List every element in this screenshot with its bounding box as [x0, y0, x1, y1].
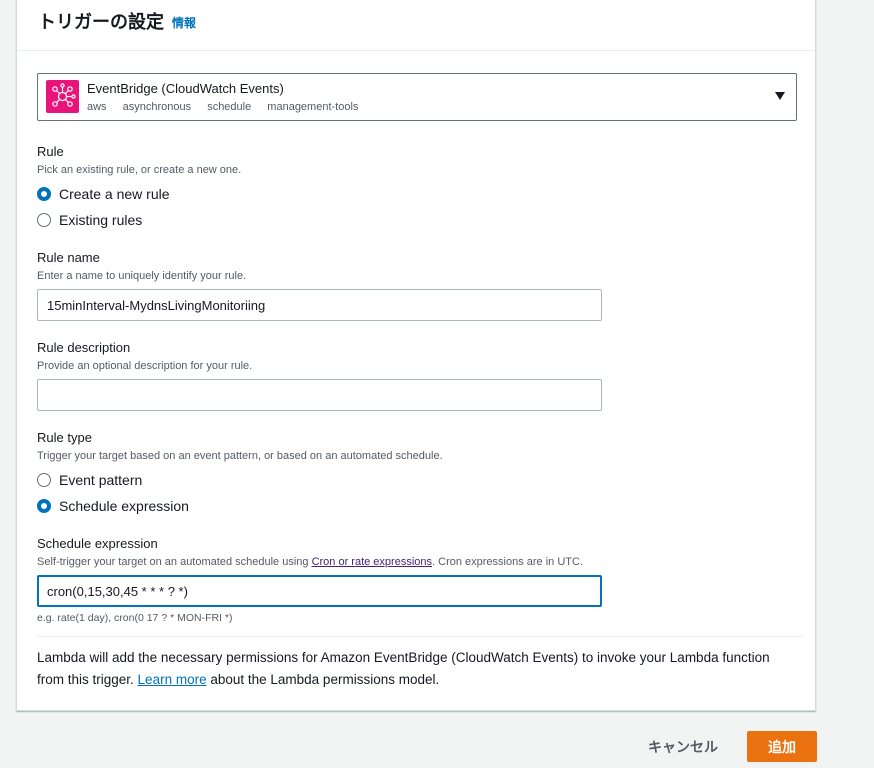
radio-button[interactable]	[37, 473, 51, 487]
rule-type-label: Rule type	[37, 430, 92, 445]
schedule-expression-input[interactable]	[37, 575, 602, 607]
trigger-config-panel: トリガーの設定 情報 EventBridge (CloudWatch Event…	[16, 0, 816, 711]
radio-create-new-rule[interactable]: Create a new rule	[37, 185, 170, 203]
radio-label: Existing rules	[59, 212, 143, 228]
learn-more-link[interactable]: Learn more	[138, 672, 207, 687]
rule-description-label: Rule description	[37, 340, 131, 355]
eventbridge-icon	[46, 80, 79, 113]
rule-description-input[interactable]	[37, 379, 602, 411]
cancel-button[interactable]: キャンセル	[635, 732, 731, 762]
radio-button-checked[interactable]	[37, 187, 51, 201]
rule-name-description: Enter a name to uniquely identify your r…	[37, 270, 247, 282]
radio-existing-rules[interactable]: Existing rules	[37, 211, 142, 229]
description-text: Self-trigger your target on an automated…	[37, 556, 312, 568]
trigger-source-tags: aws asynchronous schedule management-too…	[87, 101, 371, 113]
rule-name-label: Rule name	[37, 250, 100, 265]
schedule-expression-description: Self-trigger your target on an automated…	[37, 556, 583, 568]
note-text: about the Lambda permissions model.	[206, 672, 440, 687]
schedule-expression-constraint: e.g. rate(1 day), cron(0 17 ? * MON-FRI …	[37, 612, 233, 624]
trigger-source-select[interactable]: EventBridge (CloudWatch Events) aws asyn…	[37, 73, 797, 121]
caret-down-icon	[775, 92, 785, 100]
radio-label: Schedule expression	[59, 498, 189, 514]
radio-schedule-expression[interactable]: Schedule expression	[37, 497, 189, 515]
description-text: . Cron expressions are in UTC.	[432, 556, 584, 568]
source-tag: schedule	[207, 101, 252, 113]
source-tag: management-tools	[267, 101, 359, 113]
divider	[37, 636, 802, 637]
radio-button-checked[interactable]	[37, 499, 51, 513]
rule-type-description: Trigger your target based on an event pa…	[37, 450, 443, 462]
rule-description-text: Pick an existing rule, or create a new o…	[37, 164, 242, 176]
rule-description-help: Provide an optional description for your…	[37, 360, 253, 372]
info-link[interactable]: 情報	[172, 14, 196, 31]
rule-label: Rule	[37, 144, 64, 159]
radio-button[interactable]	[37, 213, 51, 227]
source-tag: aws	[87, 101, 107, 113]
radio-label: Create a new rule	[59, 186, 170, 202]
cron-rate-expressions-link[interactable]: Cron or rate expressions	[312, 556, 432, 568]
rule-name-input[interactable]	[37, 289, 602, 321]
permissions-note: Lambda will add the necessary permission…	[37, 647, 777, 691]
panel-header: トリガーの設定 情報	[17, 0, 815, 51]
page-title: トリガーの設定	[38, 12, 164, 32]
source-tag: asynchronous	[122, 101, 192, 113]
radio-label: Event pattern	[59, 472, 143, 488]
schedule-expression-label: Schedule expression	[37, 536, 158, 551]
add-button[interactable]: 追加	[747, 731, 817, 762]
radio-event-pattern[interactable]: Event pattern	[37, 471, 142, 489]
trigger-source-title: EventBridge (CloudWatch Events)	[87, 81, 284, 96]
